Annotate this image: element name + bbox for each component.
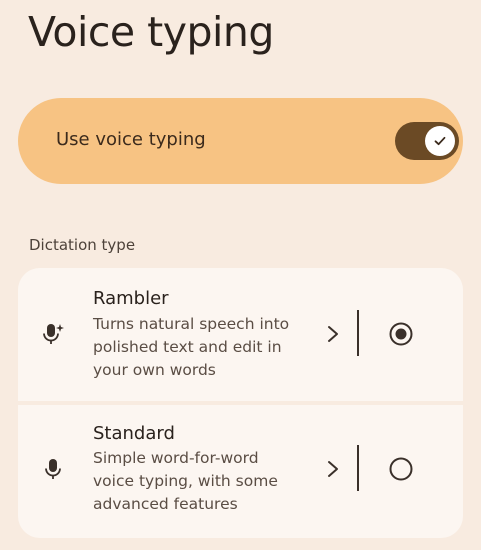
voice-typing-screen: Voice typing Use voice typing Dictation … — [0, 0, 481, 550]
description-line: polished text and edit in — [93, 338, 282, 356]
voice-typing-switch[interactable] — [395, 122, 459, 160]
mic-sparkle-icon — [43, 324, 64, 344]
radio-selected[interactable] — [389, 322, 413, 346]
check-icon — [434, 136, 446, 146]
voice-typing-toggle-label: Use voice typing — [56, 129, 206, 150]
chevron-right-icon[interactable] — [324, 323, 342, 345]
switch-knob — [425, 126, 455, 156]
vertical-divider — [357, 310, 359, 356]
chevron-right-icon[interactable] — [324, 458, 342, 480]
option-rambler[interactable]: Rambler Turns natural speech into polish… — [18, 268, 463, 401]
description-line: Turns natural speech into — [93, 315, 290, 333]
option-title: Standard — [93, 423, 175, 444]
vertical-divider — [357, 445, 359, 491]
dictation-options-card: Rambler Turns natural speech into polish… — [18, 268, 463, 538]
mic-icon — [45, 459, 61, 479]
description-line: advanced features — [93, 495, 238, 513]
radio-unselected[interactable] — [389, 457, 413, 481]
description-line: Simple word-for-word — [93, 449, 259, 467]
option-title: Rambler — [93, 288, 169, 309]
voice-typing-toggle-row[interactable]: Use voice typing — [18, 98, 463, 184]
page-title: Voice typing — [28, 8, 274, 56]
description-line: voice typing, with some — [93, 472, 278, 490]
option-description: Turns natural speech into polished text … — [93, 313, 313, 382]
description-line: your own words — [93, 361, 216, 379]
option-standard[interactable]: Standard Simple word-for-word voice typi… — [18, 405, 463, 538]
option-description: Simple word-for-word voice typing, with … — [93, 447, 313, 516]
dictation-type-header: Dictation type — [29, 236, 136, 254]
